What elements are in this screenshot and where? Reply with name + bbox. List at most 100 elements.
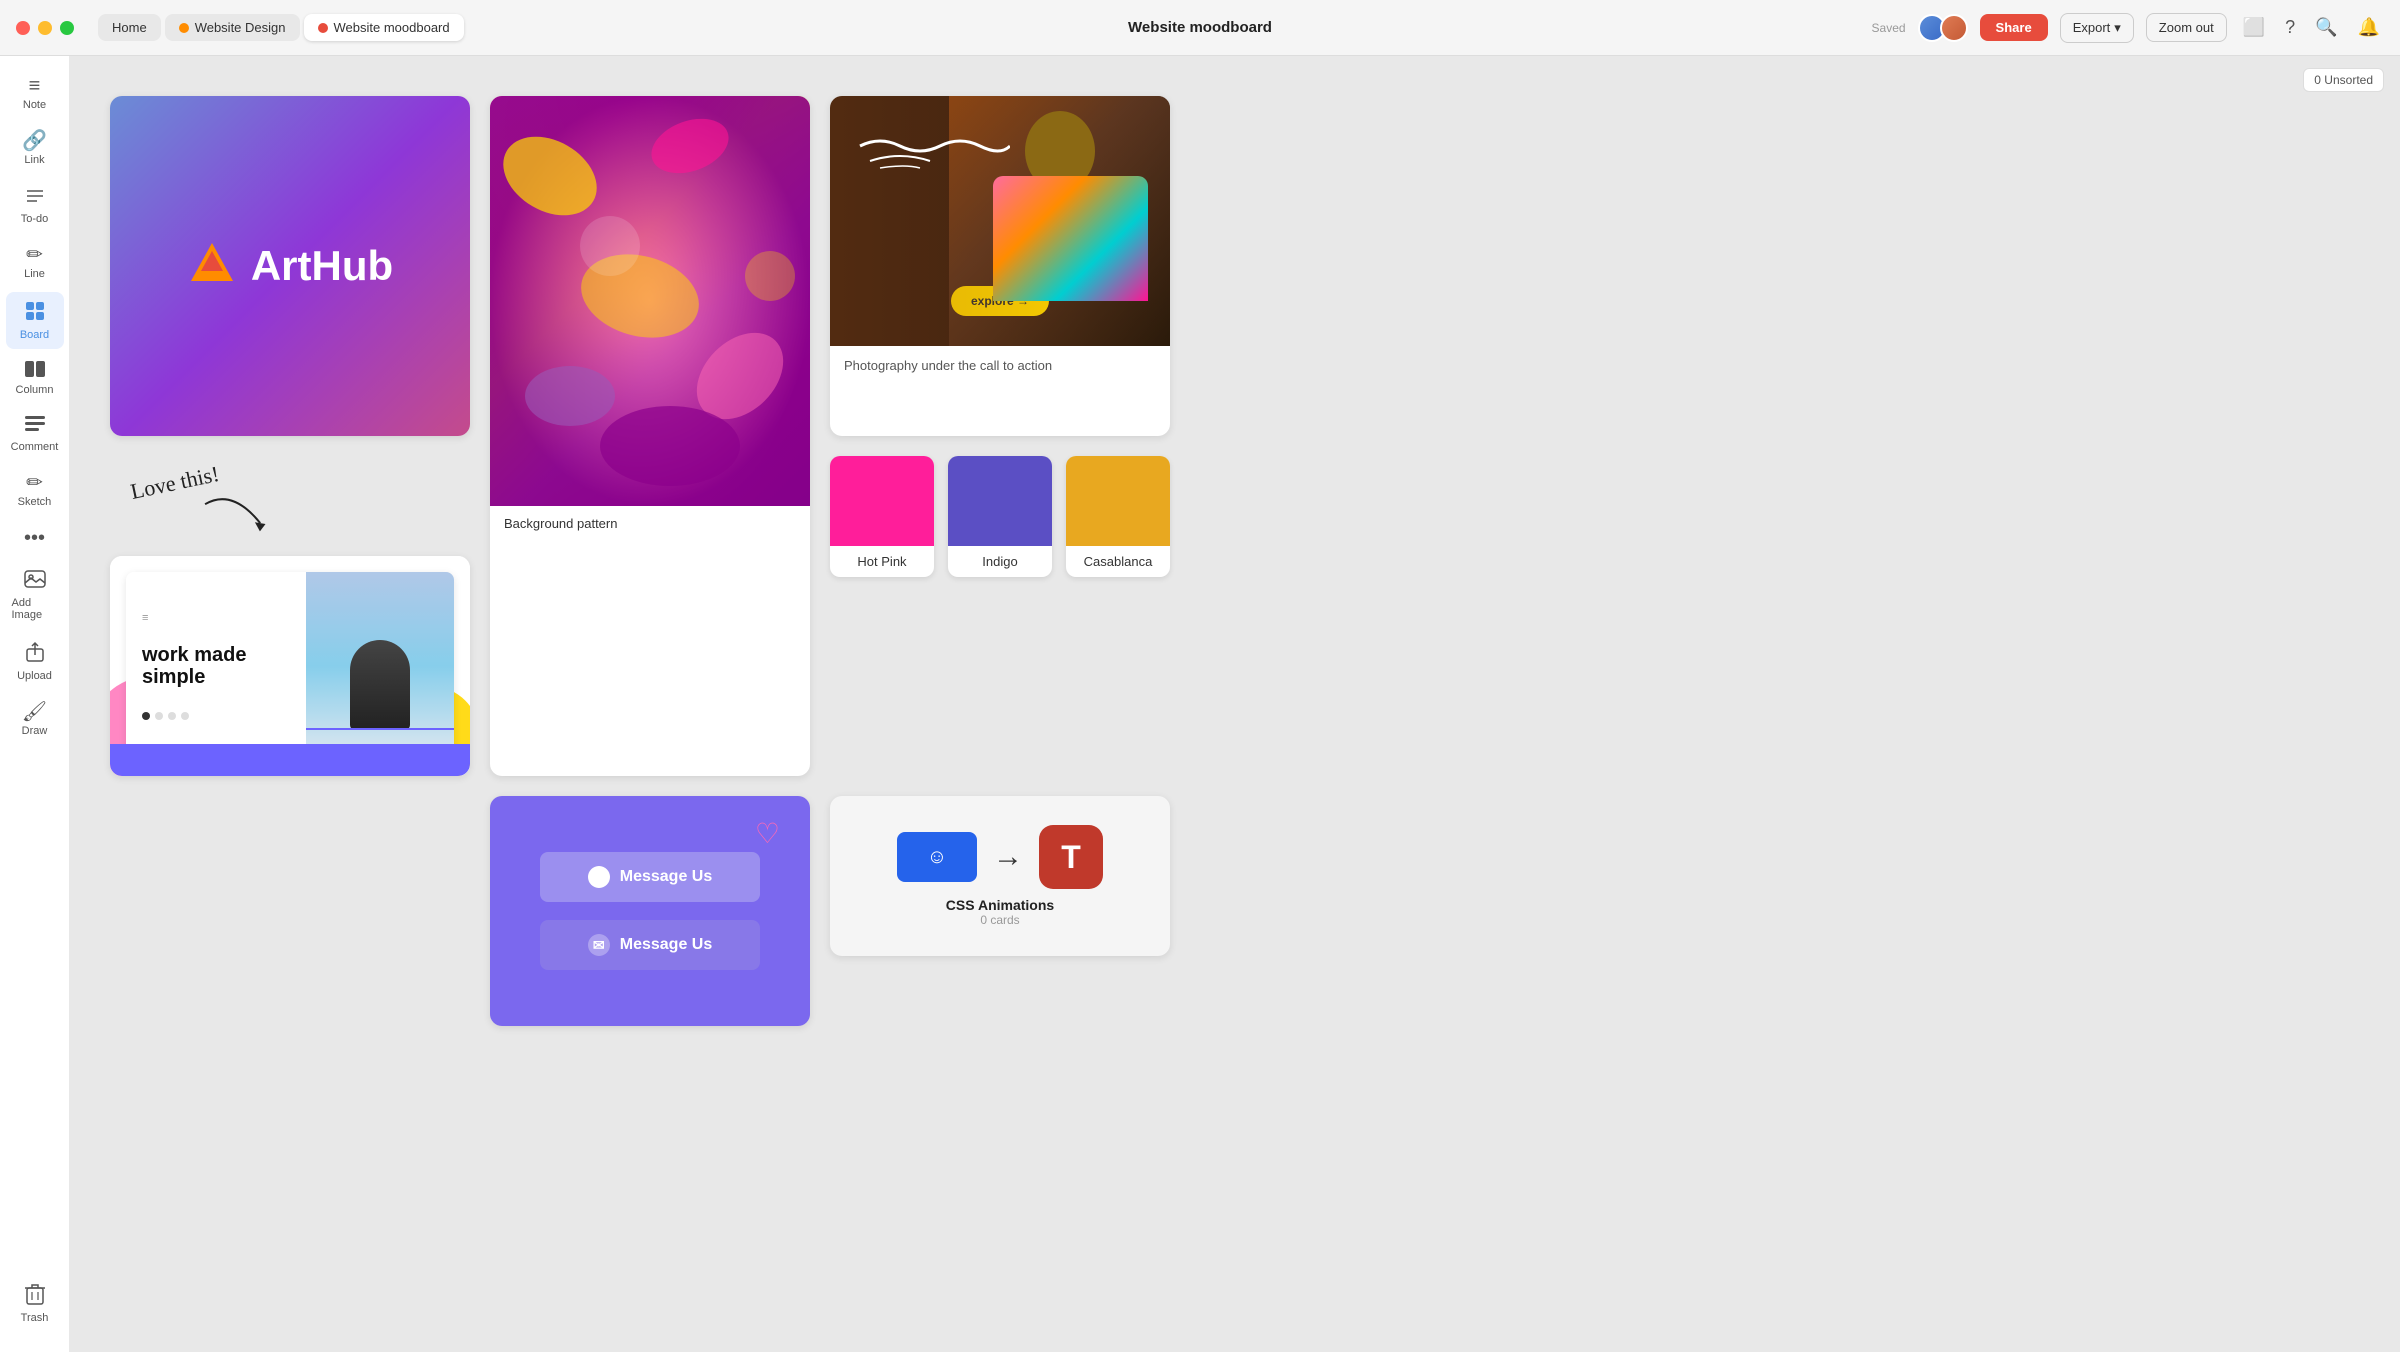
photo-caption: Photography under the call to action [830, 346, 1170, 385]
squiggle-decoration [850, 126, 1010, 185]
device-icon[interactable]: ⬜ [2239, 13, 2269, 42]
sidebar-label-sketch: Sketch [18, 496, 52, 508]
page-title: Website moodboard [1128, 19, 1272, 36]
unsorted-badge: 0 Unsorted [2303, 68, 2384, 92]
tab-home[interactable]: Home [98, 14, 161, 41]
arrow-right-icon: → [993, 840, 1023, 874]
css-circle: ☺ [897, 832, 977, 882]
arthub-section: ArtHub Love this! [110, 96, 470, 436]
tab-website-moodboard[interactable]: Website moodboard [304, 14, 464, 41]
sidebar-item-draw[interactable]: 🖌 Draw [6, 694, 64, 745]
close-button[interactable] [16, 21, 30, 35]
css-t-icon: T [1039, 825, 1103, 889]
photo-card[interactable]: explore → Photography under the call to … [830, 96, 1170, 436]
website-moodboard-tab-label: Website moodboard [334, 20, 450, 35]
todo-icon [25, 186, 45, 210]
home-tab-label: Home [112, 20, 147, 35]
swatch-indigo[interactable]: Indigo [948, 456, 1052, 577]
saved-status: Saved [1872, 21, 1906, 35]
window-controls [16, 21, 74, 35]
message-us-button-2[interactable]: ✉ Message Us [540, 920, 760, 970]
sidebar-item-add-image[interactable]: Add Image [6, 560, 64, 629]
smile-icon: ☺ [927, 846, 947, 869]
sidebar-item-line[interactable]: ✏ Line [6, 237, 64, 288]
sidebar-label-note: Note [23, 99, 46, 111]
swatch-hot-pink[interactable]: Hot Pink [830, 456, 934, 577]
tabs-area: Home Website Design Website moodboard [98, 14, 464, 41]
indigo-color [948, 456, 1052, 546]
sidebar-label-line: Line [24, 268, 45, 280]
minimize-button[interactable] [38, 21, 52, 35]
comment-icon [25, 416, 45, 438]
messenger-card[interactable]: ♡ ✉ Message Us ✉ Message Us [490, 796, 810, 1026]
hot-pink-label: Hot Pink [830, 546, 934, 577]
chevron-down-icon: ▾ [2114, 20, 2121, 36]
sidebar-item-trash[interactable]: Trash [6, 1274, 64, 1332]
sidebar-item-more[interactable]: ••• [6, 520, 64, 556]
sidebar-item-upload[interactable]: Upload [6, 633, 64, 690]
sidebar-label-upload: Upload [17, 670, 52, 682]
canvas-area: 0 Unsorted ArtHub [70, 56, 2400, 1352]
sidebar-item-todo[interactable]: To-do [6, 178, 64, 233]
mockup-headline: work made simple [142, 644, 290, 688]
annotation-text: Love this! [128, 461, 221, 505]
purple-bar [110, 744, 470, 776]
message-us-button-1[interactable]: ✉ Message Us [540, 852, 760, 902]
css-animations-card[interactable]: ☺ → T CSS Animations 0 cards [830, 796, 1170, 956]
heart-decoration: ♡ [755, 820, 780, 848]
export-button[interactable]: Export ▾ [2060, 13, 2134, 43]
search-icon[interactable]: 🔍 [2311, 13, 2341, 42]
mockup-right-panel [306, 572, 454, 760]
hot-pink-color [830, 456, 934, 546]
bg-pattern-image [490, 96, 810, 506]
sidebar-item-note[interactable]: ≡ Note [6, 68, 64, 119]
avatar-2 [1940, 14, 1968, 42]
website-mockup-content: ≡ work made simple [110, 556, 470, 776]
css-anim-title: CSS Animations [946, 897, 1054, 913]
bg-pattern-card[interactable]: Background pattern [490, 96, 810, 776]
titlebar-right: Saved Share Export ▾ Zoom out ⬜ ? 🔍 🔔 [1872, 13, 2384, 43]
tab-website-design[interactable]: Website Design [165, 14, 300, 41]
arthub-card[interactable]: ArtHub [110, 96, 470, 436]
sidebar-item-sketch[interactable]: ✏ Sketch [6, 465, 64, 516]
dot-3 [181, 712, 189, 720]
share-button[interactable]: Share [1980, 14, 2048, 41]
website-moodboard-dot [318, 23, 328, 33]
dot-2 [168, 712, 176, 720]
moodboard: ArtHub Love this! [110, 96, 2360, 1026]
casablanca-color [1066, 456, 1170, 546]
upload-icon [25, 641, 45, 667]
css-anim-row: ☺ → T [897, 825, 1103, 889]
note-icon: ≡ [29, 76, 41, 96]
sidebar-item-comment[interactable]: Comment [6, 408, 64, 461]
arthub-triangle-icon [187, 239, 237, 294]
dot-1 [155, 712, 163, 720]
sidebar-item-board[interactable]: Board [6, 292, 64, 349]
zoom-button[interactable]: Zoom out [2146, 13, 2227, 42]
notifications-icon[interactable]: 🔔 [2354, 13, 2384, 42]
maximize-button[interactable] [60, 21, 74, 35]
sidebar-label-board: Board [20, 329, 49, 341]
trash-icon [24, 1282, 46, 1309]
photo-image: explore → [830, 96, 1170, 346]
swatches-card: Hot Pink Indigo Casablanca [830, 456, 1170, 776]
sidebar-item-link[interactable]: 🔗 Link [6, 123, 64, 174]
website-mockup-card[interactable]: ≡ work made simple [110, 556, 470, 776]
sidebar-label-draw: Draw [22, 725, 48, 737]
messenger-icon-1: ✉ [588, 866, 610, 888]
bg-pattern-label: Background pattern [490, 506, 810, 541]
sidebar-item-column[interactable]: Column [6, 353, 64, 404]
draw-icon: 🖌 [22, 702, 47, 722]
indigo-label: Indigo [948, 546, 1052, 577]
sidebar-label-link: Link [24, 154, 44, 166]
sidebar-label-add-image: Add Image [12, 597, 58, 621]
link-icon: 🔗 [22, 131, 47, 151]
swatch-casablanca[interactable]: Casablanca [1066, 456, 1170, 577]
sidebar-label-comment: Comment [11, 441, 59, 453]
help-icon[interactable]: ? [2281, 13, 2299, 42]
add-image-icon [24, 568, 46, 594]
titlebar: Home Website Design Website moodboard We… [0, 0, 2400, 56]
line-icon: ✏ [26, 245, 43, 265]
mockup-menu-icon: ≡ [142, 612, 290, 624]
dot-active [142, 712, 150, 720]
